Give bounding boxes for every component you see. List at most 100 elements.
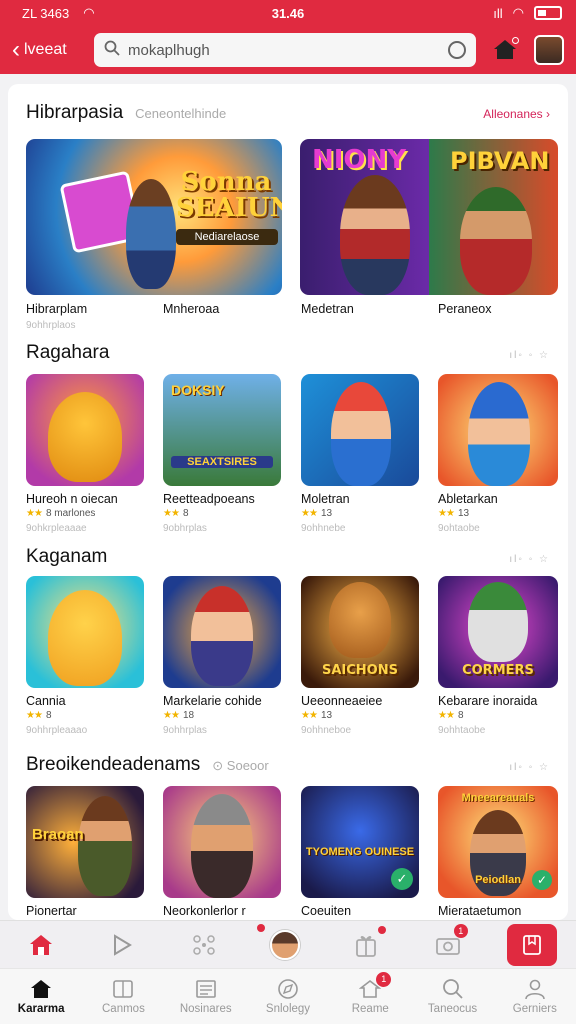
- avatar[interactable]: [534, 35, 564, 65]
- featured-game-tile[interactable]: Sonna SEAIUN Nediarelaose: [26, 139, 282, 295]
- notification-dot: [378, 925, 387, 934]
- rating-text: 8: [182, 508, 189, 519]
- section-title: Ragahara: [26, 342, 110, 363]
- gamepad-icon[interactable]: [182, 928, 226, 962]
- play-icon[interactable]: [100, 928, 144, 962]
- game-tile[interactable]: DOKSIY SEAXTSIRES: [163, 374, 281, 486]
- section-title: Breoikendeadenams: [26, 754, 201, 775]
- game-title[interactable]: Abletarkan: [438, 492, 498, 506]
- character-figure: [126, 179, 176, 289]
- store-home-icon[interactable]: [494, 37, 519, 60]
- game-tile[interactable]: [301, 374, 419, 486]
- nav-item-home[interactable]: Kararma: [5, 978, 77, 1015]
- game-title[interactable]: Mnheroaa: [163, 302, 219, 316]
- carrier-label: ZL 3463: [22, 5, 70, 21]
- back-label: lveeat: [24, 41, 67, 58]
- see-all-link[interactable]: Alleonanes ›: [483, 107, 550, 121]
- stars-icon: ★★: [163, 508, 180, 519]
- game-logo: DOKSIY: [171, 382, 225, 398]
- game-title[interactable]: Hibrarplam: [26, 302, 87, 316]
- game-logo: Sonna SEAIUN: [176, 167, 282, 223]
- game-tile[interactable]: TYOMENG OUINESE ✓: [301, 786, 419, 898]
- game-tile[interactable]: Braoan: [26, 786, 144, 898]
- badge-icon: ✓: [391, 868, 413, 890]
- bear-character: [48, 392, 122, 482]
- nav-item-news[interactable]: Nosinares: [170, 978, 242, 1015]
- nav-item-search[interactable]: Taneocus: [417, 978, 489, 1015]
- game-title[interactable]: Cannia: [26, 694, 66, 708]
- game-title[interactable]: Peraneox: [438, 302, 492, 316]
- game-title[interactable]: Coeuiten: [301, 904, 351, 918]
- nav-item-store[interactable]: 1 Reame: [334, 972, 406, 1015]
- home-icon: [30, 978, 52, 1000]
- search-input[interactable]: mokaplhugh: [128, 42, 440, 59]
- content-card: Hibrarpasia Ceneontelhinde Alleonanes › …: [8, 84, 568, 920]
- rating-text: 13: [320, 508, 333, 519]
- game-tile[interactable]: [438, 374, 558, 486]
- game-tile[interactable]: [26, 374, 144, 486]
- game-title[interactable]: Mierataetumon: [438, 904, 521, 918]
- app-header: ‹ lveeat mokaplhugh: [0, 26, 576, 74]
- game-title[interactable]: Moletran: [301, 492, 350, 506]
- bottom-navigation: Kararma Canmos Nosinares Snlolegy 1 Ream…: [0, 968, 576, 1024]
- game-meta: 9ohhrplas: [163, 725, 207, 736]
- chevron-left-icon: ‹: [12, 36, 20, 63]
- more-icons[interactable]: ıl◦ ◦ ☆: [509, 762, 550, 773]
- game-title[interactable]: Markelarie cohide: [163, 694, 262, 708]
- character-figure: [468, 582, 528, 662]
- game-logo: PIBVAN: [450, 147, 550, 175]
- section-title: Hibrarpasia: [26, 102, 124, 123]
- search-bar[interactable]: mokaplhugh: [94, 33, 476, 67]
- game-title[interactable]: Hureoh n oiecan: [26, 492, 118, 506]
- profile-avatar-action[interactable]: [256, 923, 307, 962]
- game-title[interactable]: Medetran: [301, 302, 354, 316]
- game-logo: NIONY: [312, 145, 407, 175]
- bookmark-action-button[interactable]: [507, 923, 558, 966]
- nav-item-profile[interactable]: Gerniers: [499, 978, 571, 1015]
- rating-text: 8: [457, 710, 464, 721]
- section-header-featured: Hibrarpasia Ceneontelhinde Alleonanes ›: [26, 102, 550, 124]
- stars-icon: ★★: [438, 508, 455, 519]
- nav-item-strategy[interactable]: Snlolegy: [252, 978, 324, 1015]
- stars-icon: ★★: [438, 710, 455, 721]
- game-tile[interactable]: SAICHONS: [301, 576, 419, 688]
- game-meta: 9ohkrpleaaae: [26, 523, 87, 534]
- scan-icon[interactable]: [448, 41, 466, 59]
- bear-character: [48, 590, 122, 686]
- game-title[interactable]: Neorkonlerlor r: [163, 904, 246, 918]
- section-header: Breoikendeadenams ⊙ Soeoor ıl◦ ◦ ☆: [26, 754, 550, 776]
- more-icons[interactable]: ıl◦ ◦ ☆: [509, 554, 550, 565]
- home-action[interactable]: [19, 928, 63, 962]
- more-icons[interactable]: ıl◦ ◦ ☆: [509, 350, 550, 361]
- nav-label: Taneocus: [427, 1003, 478, 1015]
- rating-text: 8: [45, 710, 52, 721]
- game-tile[interactable]: [26, 576, 144, 688]
- nav-label: Nosinares: [179, 1003, 232, 1015]
- stars-icon: ★★: [163, 710, 180, 721]
- game-logo: CORMERS: [462, 663, 534, 678]
- game-title[interactable]: Kebarare inoraida: [438, 694, 537, 708]
- game-tile[interactable]: [163, 786, 281, 898]
- section-header: Ragahara ıl◦ ◦ ☆: [26, 342, 550, 364]
- clock: 31.46: [271, 5, 305, 21]
- search-icon: [442, 978, 464, 1000]
- game-tile[interactable]: CORMERS: [438, 576, 558, 688]
- stars-icon: ★★: [26, 508, 43, 519]
- section-subtitle: Ceneontelhinde: [135, 106, 227, 121]
- person-icon: [524, 978, 546, 1000]
- game-title[interactable]: Reetteadpoeans: [163, 492, 255, 506]
- game-title[interactable]: Ueeonneaeiee: [301, 694, 382, 708]
- back-button[interactable]: ‹ lveeat: [12, 38, 94, 62]
- game-tile[interactable]: Mneeareauals Peiodlan ✓: [438, 786, 558, 898]
- game-meta: 9obhrplas: [163, 523, 207, 534]
- camera-icon[interactable]: 1: [426, 923, 470, 962]
- game-title[interactable]: Pionertar: [26, 904, 77, 918]
- badge-count: 1: [376, 972, 392, 987]
- gift-icon[interactable]: [344, 925, 388, 962]
- rating-text: 18: [182, 710, 195, 721]
- nav-item-games[interactable]: Canmos: [87, 978, 159, 1015]
- nav-label: Canmos: [102, 1003, 145, 1015]
- game-meta: 9ohhrplaos: [26, 320, 76, 331]
- game-tile[interactable]: [163, 576, 281, 688]
- featured-game-tile[interactable]: NIONY PIBVAN: [300, 139, 558, 295]
